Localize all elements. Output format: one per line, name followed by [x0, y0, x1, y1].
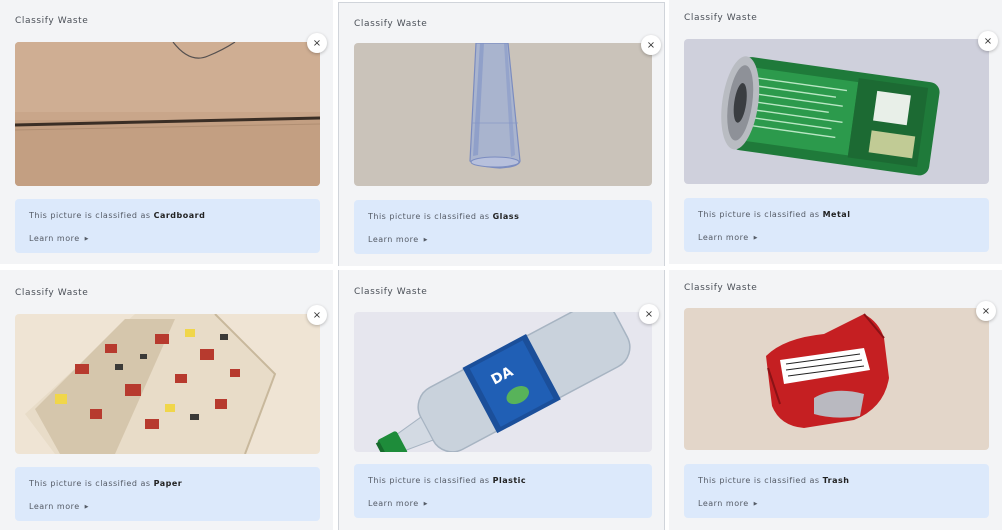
classification-result: This picture is classified as Paper Lear… — [15, 467, 320, 521]
result-prefix: This picture is classified as — [698, 476, 823, 485]
learn-more-link[interactable]: Learn more ▶ — [29, 502, 89, 511]
waste-image — [684, 39, 989, 184]
result-prefix: This picture is classified as — [29, 479, 154, 488]
card-title: Classify Waste — [684, 13, 758, 23]
result-category: Paper — [153, 479, 183, 488]
classify-card-glass: Classify Waste × This picture is classif… — [338, 2, 665, 266]
play-arrow-icon: ▶ — [84, 504, 89, 510]
play-arrow-icon: ▶ — [753, 501, 758, 507]
classify-card-cardboard: Classify Waste × This picture is classif… — [0, 0, 333, 264]
classify-card-paper: Classify Waste × This picture is classif… — [0, 270, 333, 530]
result-prefix: This picture is classified as — [698, 210, 823, 219]
waste-image — [15, 42, 320, 186]
close-icon[interactable]: × — [976, 301, 996, 321]
learn-more-link[interactable]: Learn more ▶ — [368, 499, 428, 508]
result-category: Plastic — [492, 476, 527, 485]
card-title: Classify Waste — [354, 19, 428, 29]
result-category: Cardboard — [153, 211, 206, 220]
waste-image — [15, 314, 320, 454]
classify-card-metal: Classify Waste × This picture is classif… — [669, 0, 1002, 264]
card-title: Classify Waste — [684, 283, 758, 293]
result-category: Trash — [822, 476, 850, 485]
card-title: Classify Waste — [15, 288, 89, 298]
close-icon[interactable]: × — [307, 305, 327, 325]
result-prefix: This picture is classified as — [368, 212, 493, 221]
classification-result: This picture is classified as Metal Lear… — [684, 198, 989, 252]
classification-result: This picture is classified as Trash Lear… — [684, 464, 989, 518]
learn-more-link[interactable]: Learn more ▶ — [698, 233, 758, 242]
result-category: Metal — [822, 210, 851, 219]
play-arrow-icon: ▶ — [753, 235, 758, 241]
classification-result: This picture is classified as Glass Lear… — [354, 200, 652, 254]
waste-image — [684, 308, 989, 450]
waste-image: DA — [354, 312, 652, 452]
waste-image — [354, 43, 652, 186]
close-icon[interactable]: × — [307, 33, 327, 53]
classification-result: This picture is classified as Cardboard … — [15, 199, 320, 253]
learn-more-link[interactable]: Learn more ▶ — [368, 235, 428, 244]
result-category: Glass — [492, 212, 520, 221]
classification-result: This picture is classified as Plastic Le… — [354, 464, 652, 518]
play-arrow-icon: ▶ — [84, 236, 89, 242]
learn-more-link[interactable]: Learn more ▶ — [698, 499, 758, 508]
classify-card-trash: Classify Waste × This picture is classif… — [669, 270, 1002, 530]
classify-card-plastic: Classify Waste DA × This picture is clas… — [338, 270, 665, 530]
close-icon[interactable]: × — [639, 304, 659, 324]
play-arrow-icon: ▶ — [423, 501, 428, 507]
result-prefix: This picture is classified as — [368, 476, 493, 485]
card-title: Classify Waste — [354, 287, 428, 297]
close-icon[interactable]: × — [978, 31, 998, 51]
card-title: Classify Waste — [15, 16, 89, 26]
learn-more-link[interactable]: Learn more ▶ — [29, 234, 89, 243]
play-arrow-icon: ▶ — [423, 237, 428, 243]
result-prefix: This picture is classified as — [29, 211, 154, 220]
close-icon[interactable]: × — [641, 35, 661, 55]
